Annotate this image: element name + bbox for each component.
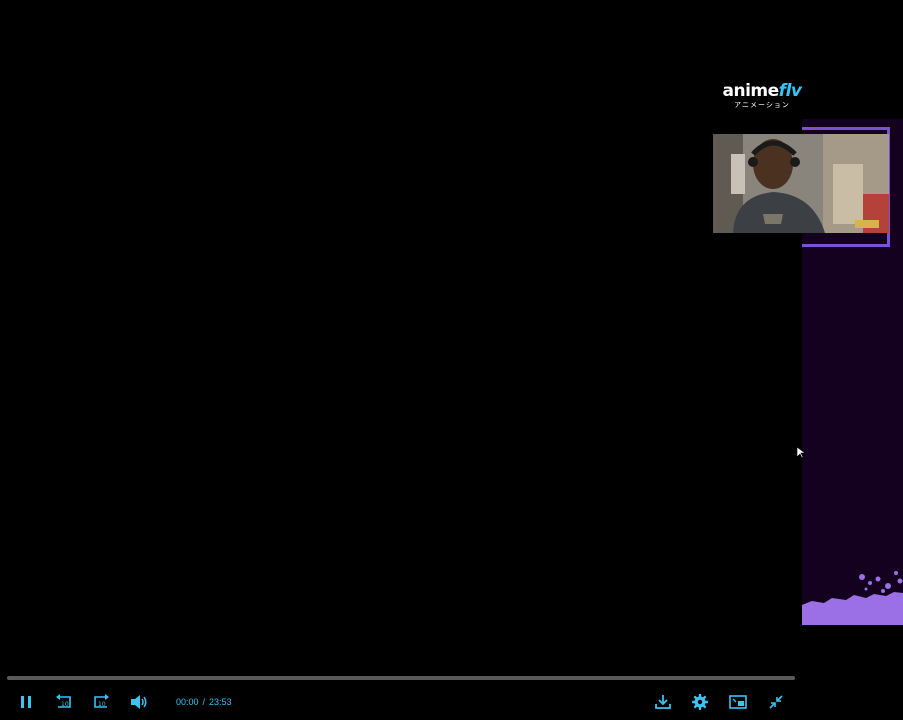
animeflv-logo: animeflv アニメーション: [722, 82, 802, 112]
video-viewport[interactable]: [0, 0, 802, 720]
current-time: 00:00: [176, 697, 199, 707]
time-separator: /: [202, 697, 206, 707]
picture-in-picture-button[interactable]: [726, 691, 750, 713]
time-display: 00:00/23:53: [176, 696, 232, 708]
pause-icon: [21, 696, 31, 708]
forward-10-icon: 10: [94, 694, 109, 708]
player-screen: animeflv アニメーション 10 10 00:00 / 23:53: [0, 0, 903, 720]
volume-button[interactable]: [127, 691, 151, 713]
exit-fullscreen-button[interactable]: [764, 691, 788, 713]
volume-icon: [131, 695, 147, 709]
svg-text:10: 10: [61, 701, 69, 708]
player-controls: 10 10 00:00/23:53: [0, 688, 802, 716]
exit-fullscreen-icon: [769, 695, 783, 709]
rewind-10-icon: 10: [56, 694, 71, 708]
webcam-feed: [713, 134, 889, 233]
paint-splash-decoration: [802, 571, 903, 625]
mouse-cursor: [797, 447, 805, 459]
rewind-10-button[interactable]: 10: [52, 691, 76, 713]
pause-button[interactable]: [14, 691, 38, 713]
download-button[interactable]: [651, 691, 675, 713]
forward-10-button[interactable]: 10: [89, 691, 113, 713]
download-icon: [655, 695, 671, 709]
picture-in-picture-icon: [729, 695, 747, 709]
gear-icon: [692, 694, 708, 710]
logo-subtitle: アニメーション: [734, 102, 790, 109]
svg-text:10: 10: [98, 701, 106, 708]
settings-button[interactable]: [688, 691, 712, 713]
logo-wordmark: animeflv: [722, 81, 802, 101]
duration: 23:53: [209, 697, 232, 707]
seek-bar[interactable]: [7, 676, 795, 680]
